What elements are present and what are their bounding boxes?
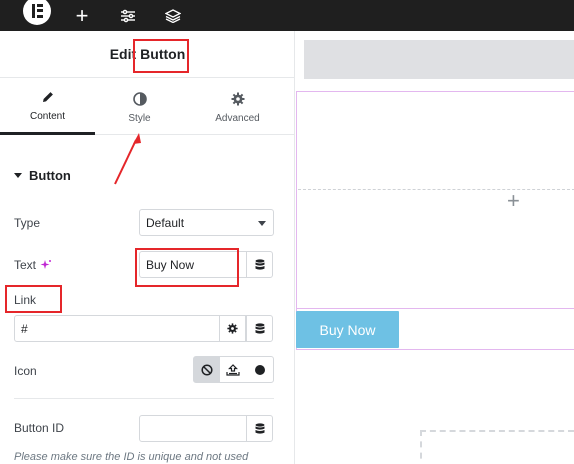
- highlight-box-text: [135, 248, 239, 287]
- half-circle-icon: [132, 91, 147, 107]
- button-id-input[interactable]: [139, 415, 247, 442]
- text-label: Text: [14, 258, 37, 272]
- caret-down-icon: [14, 173, 22, 178]
- panel-tabs: Content Style Advanced: [0, 79, 295, 135]
- button-id-note: Please make sure the ID is unique and no…: [14, 451, 249, 463]
- elementor-logo-icon[interactable]: [20, 0, 54, 31]
- link-url-input[interactable]: #: [14, 315, 220, 342]
- icon-choice-group: [193, 356, 274, 383]
- ban-icon: [201, 363, 213, 376]
- type-select[interactable]: Default: [139, 209, 274, 236]
- section-toggle-button[interactable]: Button: [14, 168, 71, 183]
- upload-icon: [226, 363, 241, 376]
- add-element-icon[interactable]: +: [507, 188, 520, 214]
- drop-zone: [420, 430, 574, 464]
- buy-now-button[interactable]: Buy Now: [296, 311, 399, 348]
- highlight-box-title: [133, 39, 189, 73]
- gear-icon: [231, 91, 245, 107]
- database-icon: [255, 422, 264, 434]
- plus-icon[interactable]: +: [70, 0, 94, 31]
- type-select-value: Default: [146, 215, 185, 230]
- top-toolbar: +: [0, 0, 574, 31]
- button-id-label: Button ID: [14, 421, 65, 435]
- tab-content-label: Content: [29, 111, 66, 122]
- tab-advanced[interactable]: Advanced: [190, 79, 285, 135]
- chevron-down-icon: [258, 221, 266, 226]
- no-icon-option[interactable]: [194, 357, 221, 382]
- layers-icon[interactable]: [162, 0, 184, 31]
- icon-label: Icon: [14, 364, 37, 378]
- text-label-row: Text: [14, 258, 52, 272]
- dynamic-tags-link-button[interactable]: [246, 315, 273, 342]
- type-label: Type: [14, 216, 41, 230]
- ai-sparkle-icon[interactable]: [40, 259, 52, 271]
- tab-advanced-label: Advanced: [215, 112, 260, 124]
- dynamic-tags-id-button[interactable]: [246, 415, 273, 442]
- icon-library-option[interactable]: [247, 357, 273, 382]
- pencil-icon: [41, 89, 55, 105]
- preview-canvas: + Buy Now: [296, 31, 574, 464]
- circle-icon: [254, 364, 265, 375]
- tab-style-label: Style: [128, 112, 151, 124]
- highlight-box-link: [5, 285, 62, 313]
- upload-svg-option[interactable]: [220, 357, 246, 382]
- tab-style[interactable]: Style: [92, 79, 187, 135]
- link-options-button[interactable]: [219, 315, 246, 342]
- divider: [14, 398, 274, 399]
- database-icon: [255, 322, 264, 334]
- column-divider: [298, 189, 574, 190]
- database-icon: [255, 258, 264, 270]
- dynamic-tags-text-button[interactable]: [246, 251, 273, 278]
- sliders-icon[interactable]: [117, 0, 139, 31]
- gear-icon: [227, 323, 238, 334]
- link-url-value: #: [21, 321, 28, 336]
- placeholder-bar: [304, 40, 574, 79]
- section-title: Button: [29, 168, 71, 183]
- widget-outline: [297, 308, 574, 309]
- tab-content[interactable]: Content: [0, 79, 95, 135]
